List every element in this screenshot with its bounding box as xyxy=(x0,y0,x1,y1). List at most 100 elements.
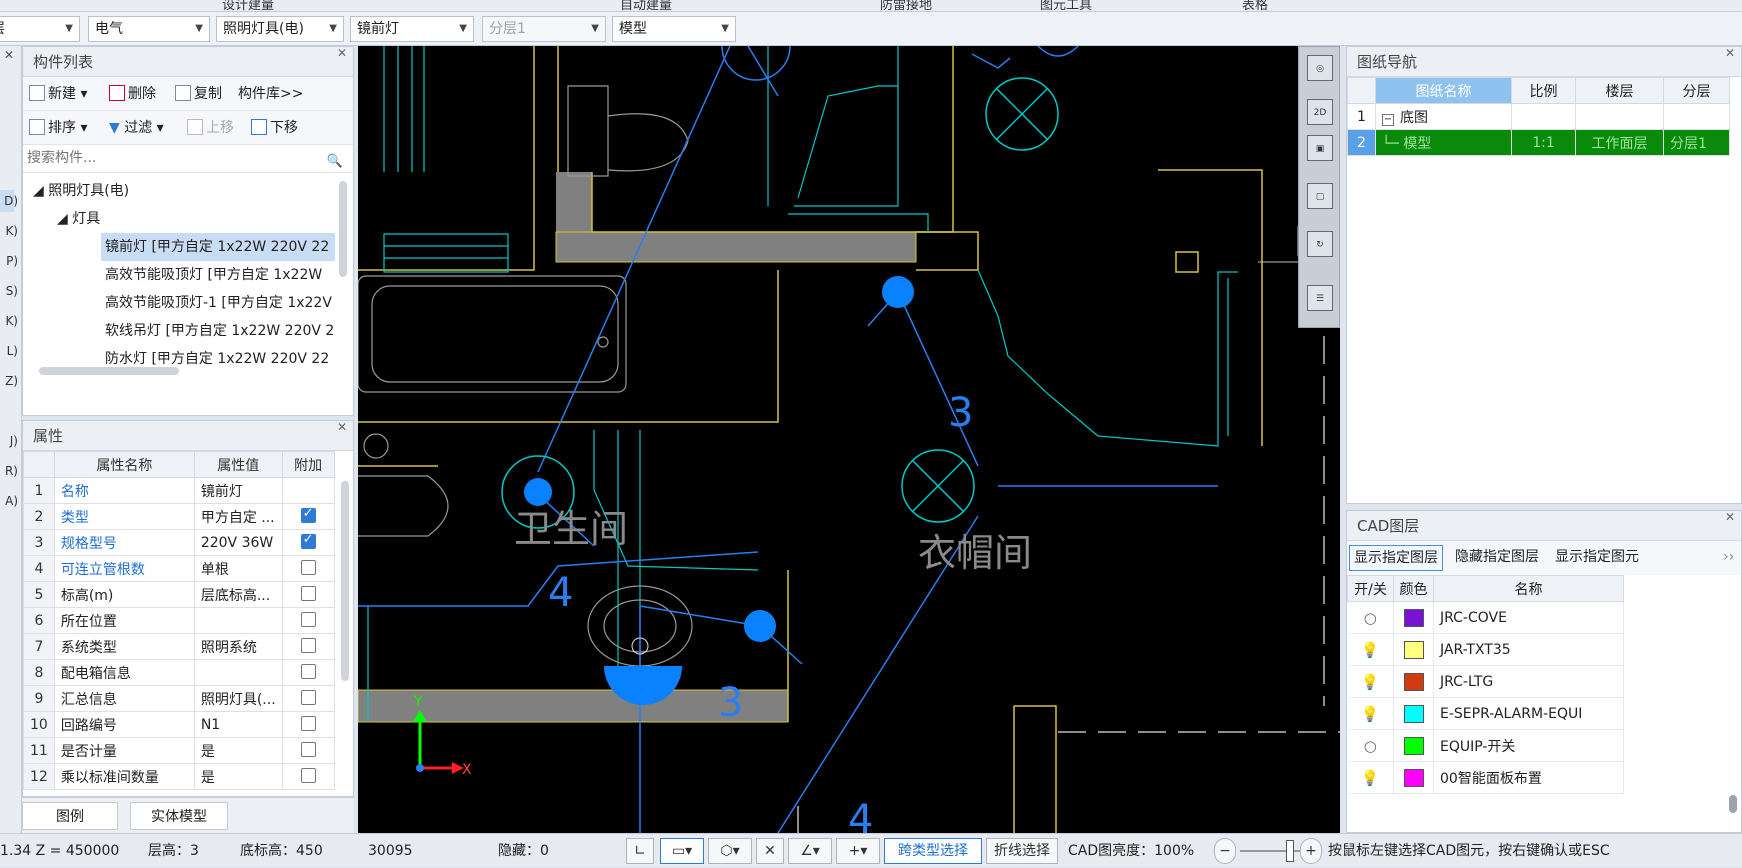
layer-row[interactable]: 💡 JRC-LTG xyxy=(1347,665,1624,698)
angle-icon[interactable]: ∠▾ xyxy=(788,838,832,864)
move-down-button[interactable]: 下移 xyxy=(251,111,298,145)
ortho-icon[interactable]: ∟ xyxy=(626,838,654,864)
ribbon-tab[interactable]: 图元工具 xyxy=(1040,0,1092,11)
checkbox[interactable] xyxy=(300,768,316,783)
close-icon[interactable]: ✕ xyxy=(337,38,347,68)
property-row[interactable]: 7 系统类型 照明系统 xyxy=(23,633,335,660)
filter-button[interactable]: ▼ 过滤 ▾ xyxy=(109,111,164,145)
snap-select-icon[interactable]: ▭▾ xyxy=(660,838,704,864)
checkbox[interactable] xyxy=(300,742,316,757)
discipline-select[interactable]: 电气 ▼ xyxy=(88,16,210,42)
checkbox[interactable] xyxy=(300,532,316,549)
library-button[interactable]: 构件库>> xyxy=(238,77,303,111)
checkbox[interactable] xyxy=(300,560,316,575)
more-icon[interactable]: ›› xyxy=(1719,545,1738,571)
bulb-off-icon[interactable]: ○ xyxy=(1364,609,1377,627)
close-icon[interactable]: ✕ xyxy=(337,421,347,442)
collapse-icon[interactable]: − xyxy=(1382,113,1394,126)
sort-button[interactable]: 排序 ▾ xyxy=(29,111,87,145)
new-button[interactable]: 新建 ▾ xyxy=(29,77,87,111)
ribbon-tab[interactable]: 防雷接地 xyxy=(880,0,932,11)
table-row-selected[interactable]: 2 └─ 模型 1:1 工作面层 分层1 xyxy=(1347,129,1730,156)
bulb-off-icon[interactable]: ○ xyxy=(1364,737,1377,755)
cross-icon[interactable]: ✕ xyxy=(756,838,784,864)
tab-legend[interactable]: 图例 xyxy=(22,802,118,830)
polyline-select-button[interactable]: 折线选择 xyxy=(986,838,1058,864)
view-2d-button[interactable]: 2D xyxy=(1307,99,1333,125)
property-row[interactable]: 11 是否计量是 xyxy=(23,737,335,764)
checkbox[interactable] xyxy=(300,612,316,627)
3d-box-icon[interactable]: ⬡▾ xyxy=(708,838,752,864)
move-up-button[interactable]: 上移 xyxy=(187,111,234,145)
tree-node-group[interactable]: ◢ 灯具 xyxy=(57,205,100,233)
tree-node-category[interactable]: ◢ 照明灯具(电) xyxy=(33,177,129,205)
copy-button[interactable]: 复制 xyxy=(175,77,222,111)
bulb-on-icon[interactable]: 💡 xyxy=(1361,673,1380,691)
bulb-on-icon[interactable]: 💡 xyxy=(1361,769,1380,787)
offset-icon[interactable]: +▾ xyxy=(836,838,880,864)
property-row[interactable]: 1 名称 镜前灯 xyxy=(23,477,335,504)
property-row[interactable]: 2 类型 甲方自定 ... xyxy=(23,503,335,530)
close-icon[interactable]: ✕ xyxy=(1725,47,1735,68)
cube-front-icon[interactable]: ▢ xyxy=(1307,183,1333,209)
property-row[interactable]: 4 可连立管根数 单根 xyxy=(23,555,335,582)
show-element-button[interactable]: 显示指定图元 xyxy=(1551,545,1643,571)
tree-item[interactable]: 高效节能吸顶灯 [甲方自定 1x22W xyxy=(105,261,335,289)
show-layer-button[interactable]: 显示指定图层 xyxy=(1349,545,1443,571)
bulb-on-icon[interactable]: 💡 xyxy=(1361,641,1380,659)
tree-item-selected[interactable]: 镜前灯 [甲方自定 1x22W 220V 22 xyxy=(101,233,335,261)
layer-color-swatch[interactable] xyxy=(1403,608,1424,627)
property-row[interactable]: 5 标高(m) 层底标高... xyxy=(23,581,335,608)
close-icon[interactable]: ✕ xyxy=(4,48,18,62)
properties-scrollbar[interactable] xyxy=(341,481,349,681)
slider-handle[interactable] xyxy=(1286,840,1294,862)
layer-color-swatch[interactable] xyxy=(1403,640,1424,659)
orbit-icon[interactable]: ◎ xyxy=(1307,55,1333,81)
checkbox[interactable] xyxy=(300,586,316,601)
tree-item[interactable]: 软线吊灯 [甲方自定 1x22W 220V 2 xyxy=(105,317,335,345)
tab-solid-model[interactable]: 实体模型 xyxy=(130,802,228,830)
checkbox[interactable] xyxy=(300,716,316,731)
delete-button[interactable]: 删除 xyxy=(109,77,156,111)
hide-layer-button[interactable]: 隐藏指定图层 xyxy=(1451,545,1543,571)
property-row[interactable]: 10 回路编号 N1 xyxy=(23,711,335,738)
checkbox[interactable] xyxy=(300,638,316,653)
search-icon[interactable]: 🔍 xyxy=(327,149,343,175)
checkbox[interactable] xyxy=(300,690,316,705)
property-row[interactable]: 8 配电箱信息 xyxy=(23,659,335,686)
layer-row[interactable]: ○ EQUIP-开关 xyxy=(1347,729,1624,762)
ribbon-tab[interactable]: 设计建量 xyxy=(222,0,274,11)
checkbox[interactable] xyxy=(300,664,316,679)
layer-row[interactable]: 💡 00智能面板布置 xyxy=(1347,761,1624,794)
property-row[interactable]: 9 汇总信息 照明灯具(... xyxy=(23,685,335,712)
layer-list-icon[interactable]: ☰ xyxy=(1307,285,1333,311)
ribbon-tab[interactable]: 表格 xyxy=(1242,0,1268,11)
bulb-on-icon[interactable]: 💡 xyxy=(1361,705,1380,723)
floor-select[interactable]: 首层▼ xyxy=(0,16,80,42)
table-row[interactable]: 1 − 底图 xyxy=(1347,103,1730,130)
property-row[interactable]: 6 所在位置 xyxy=(23,607,335,634)
tree-scrollbar[interactable] xyxy=(339,181,347,277)
zoom-minus-icon[interactable]: − xyxy=(1214,838,1236,864)
rotate-icon[interactable]: ↻ xyxy=(1307,231,1333,257)
layer-row[interactable]: 💡 E-SEPR-ALARM-EQUI xyxy=(1347,697,1624,730)
component-select[interactable]: 镜前灯 ▼ xyxy=(350,16,474,42)
layer-row[interactable]: 💡 JAR-TXT35 xyxy=(1347,633,1624,666)
close-icon[interactable]: ✕ xyxy=(1725,511,1735,532)
layer-color-swatch[interactable] xyxy=(1403,736,1424,755)
search-input[interactable] xyxy=(27,150,327,166)
tree-item[interactable]: 高效节能吸顶灯-1 [甲方自定 1x22V xyxy=(105,289,335,317)
property-row[interactable]: 3 规格型号 220V 36W xyxy=(23,529,335,556)
cube-view-icon[interactable]: ▣ xyxy=(1307,135,1333,161)
property-row[interactable]: 12 乘以标准间数量是 xyxy=(23,763,335,790)
type-select-button[interactable]: 跨类型选择 xyxy=(884,838,982,864)
zoom-plus-icon[interactable]: + xyxy=(1300,838,1322,864)
layer-color-swatch[interactable] xyxy=(1403,768,1424,787)
layer-color-swatch[interactable] xyxy=(1403,704,1424,723)
sublayer-select[interactable]: 分层1 ▼ xyxy=(482,16,606,42)
category-select[interactable]: 照明灯具(电) ▼ xyxy=(216,16,344,42)
model-select[interactable]: 模型 ▼ xyxy=(612,16,736,42)
layers-scrollbar[interactable] xyxy=(1729,795,1737,813)
ribbon-tab[interactable]: 自动建量 xyxy=(620,0,672,11)
tree-hscrollbar[interactable] xyxy=(39,367,179,375)
